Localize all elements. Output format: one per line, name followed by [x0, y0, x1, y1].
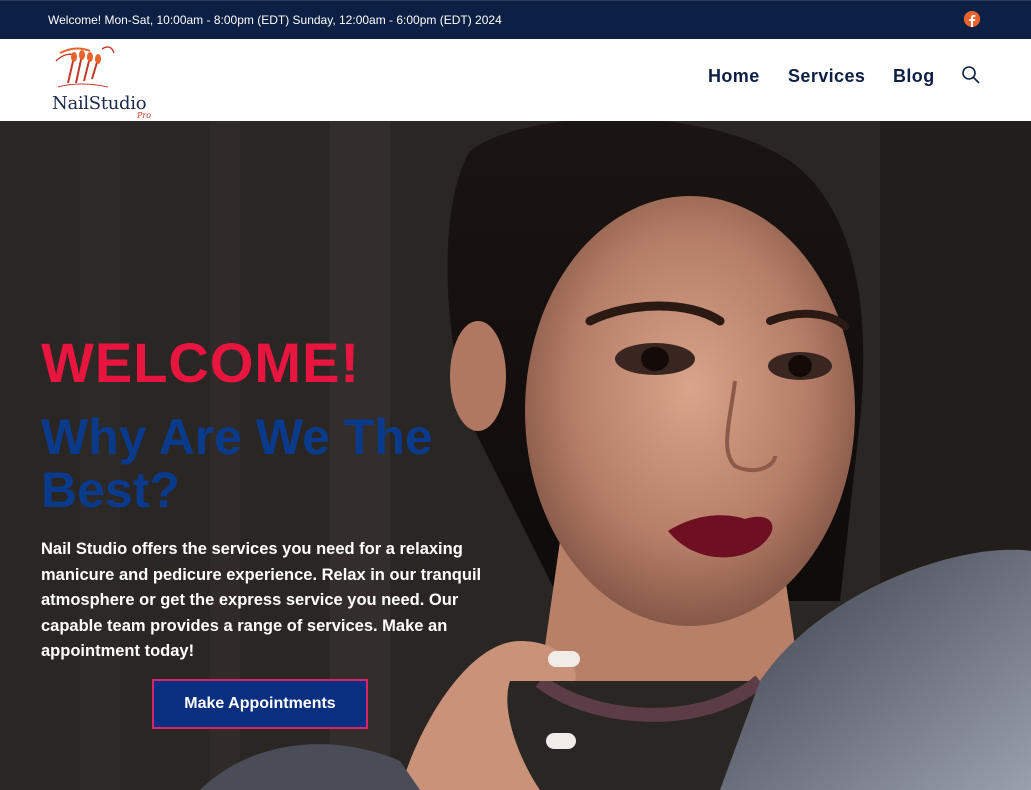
logo-wordmark: NailStudio [52, 93, 147, 114]
search-icon[interactable] [961, 65, 981, 85]
nailstudio-logo[interactable]: NailStudio Pro [50, 43, 160, 121]
nav-services[interactable]: Services [788, 66, 865, 87]
logo-pro-label: Pro [137, 111, 152, 120]
top-bar: Welcome! Mon-Sat, 10:00am - 8:00pm (EDT)… [0, 0, 1031, 39]
business-hours-text: Welcome! Mon-Sat, 10:00am - 8:00pm (EDT)… [48, 13, 502, 27]
hero-section: WELCOME! Why Are We The Best? Nail Studi… [0, 121, 1031, 790]
facebook-icon[interactable] [964, 11, 980, 27]
make-appointments-button[interactable]: Make Appointments [152, 679, 368, 729]
hero-welcome-title: WELCOME! [41, 331, 361, 394]
site-header: NailStudio Pro Home Services Blog [0, 39, 1031, 121]
nav-blog[interactable]: Blog [893, 66, 935, 87]
nav-home[interactable]: Home [708, 66, 760, 87]
hero-headline: Why Are We The Best? [41, 409, 433, 518]
hero-description: Nail Studio offers the services you need… [41, 540, 482, 660]
